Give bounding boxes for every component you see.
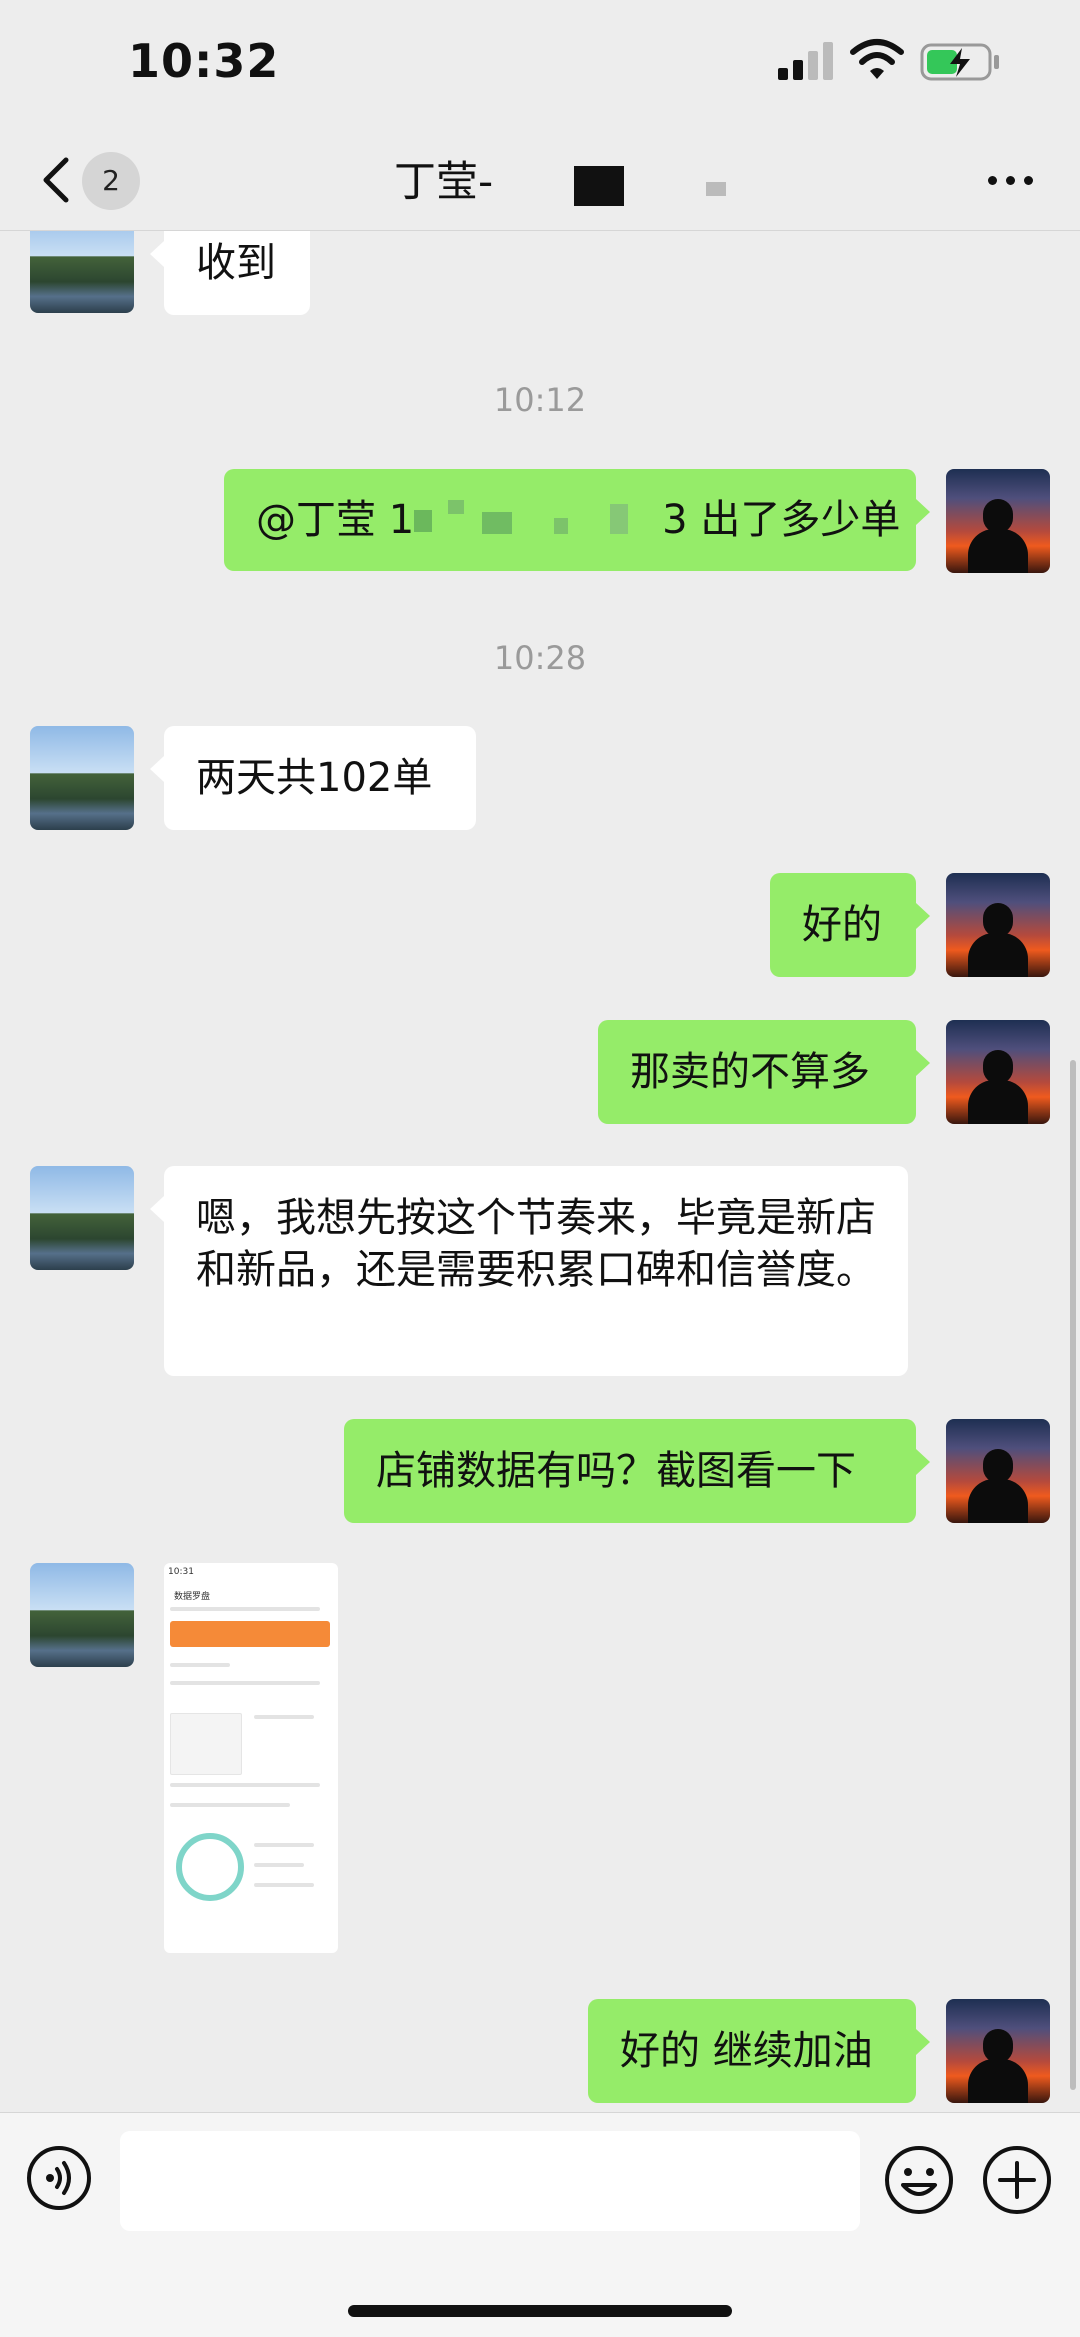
message-bubble-out[interactable]: 好的 — [770, 873, 930, 977]
contact-avatar[interactable] — [30, 726, 134, 830]
my-avatar[interactable] — [946, 873, 1050, 977]
chevron-left-icon[interactable] — [36, 150, 76, 210]
message-bubble-in[interactable]: 两天共102单 — [150, 726, 476, 830]
more-icon[interactable] — [980, 170, 1040, 190]
my-avatar[interactable] — [946, 1020, 1050, 1124]
battery-icon — [920, 43, 999, 81]
chat-title: 丁莹- — [394, 157, 494, 206]
contact-avatar[interactable] — [30, 231, 134, 313]
message-bubble-out[interactable]: @丁莹 1 3 出了多少单 — [224, 469, 930, 571]
timestamp: 10:28 — [493, 639, 587, 677]
emoji-icon[interactable] — [884, 2145, 954, 2215]
my-avatar[interactable] — [946, 1999, 1050, 2103]
chat-header: 2 丁莹- — [0, 130, 1080, 231]
my-avatar[interactable] — [946, 1419, 1050, 1523]
timestamp: 10:12 — [493, 381, 587, 419]
plus-icon[interactable] — [982, 2145, 1052, 2215]
unread-badge[interactable]: 2 — [82, 152, 140, 210]
message-bubble-out[interactable]: 好的 继续加油 — [588, 1999, 930, 2103]
message-input[interactable] — [120, 2131, 860, 2231]
status-bar: 10:32 — [0, 0, 1080, 130]
redaction-block — [574, 166, 624, 206]
message-bubble-out[interactable]: 店铺数据有吗？截图看一下 — [344, 1419, 930, 1523]
donut-thumbnail — [176, 1833, 244, 1901]
message-bubble-in[interactable]: 嗯，我想先按这个节奏来，毕竟是新店和新品，还是需要积累口碑和信誉度。 — [150, 1166, 908, 1376]
signal-icon — [778, 42, 833, 80]
wifi-icon — [850, 39, 904, 79]
voice-icon[interactable] — [26, 2145, 92, 2211]
contact-avatar[interactable] — [30, 1166, 134, 1270]
scrollbar[interactable] — [1070, 1060, 1076, 2090]
message-bubble-out[interactable]: 那卖的不算多 — [598, 1020, 930, 1124]
image-message-thumbnail[interactable]: 10:31 数据罗盘 — [164, 1563, 338, 1953]
home-indicator[interactable] — [348, 2305, 732, 2317]
redaction-block — [706, 182, 726, 196]
banner-thumbnail — [170, 1621, 330, 1647]
message-list[interactable]: 收到 10:12 @丁莹 1 3 出了多少单 10:28 两天共102单 好的 … — [0, 231, 1080, 2111]
input-bar — [0, 2112, 1080, 2337]
contact-avatar[interactable] — [30, 1563, 134, 1667]
my-avatar[interactable] — [946, 469, 1050, 573]
status-time: 10:32 — [128, 34, 280, 88]
message-bubble-in[interactable]: 收到 — [150, 231, 310, 315]
pixelated-redaction — [414, 500, 662, 542]
